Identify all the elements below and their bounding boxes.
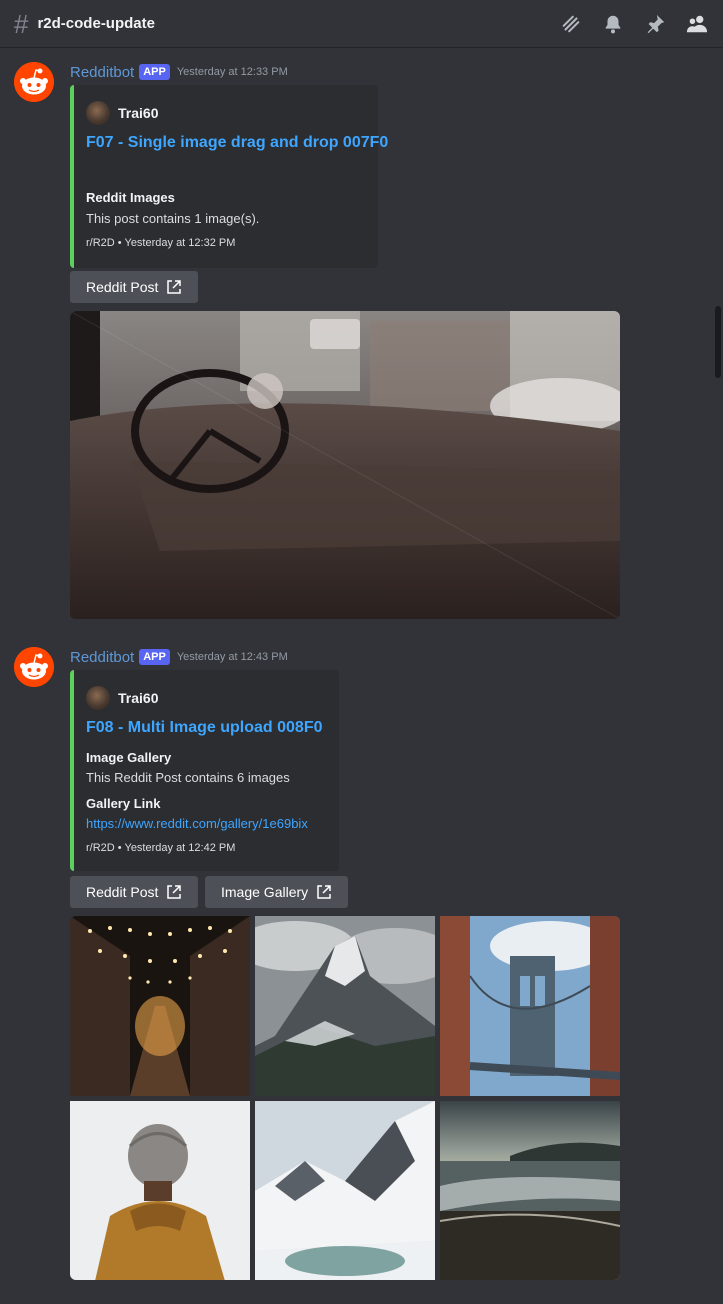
sea-beach-image xyxy=(440,1101,620,1280)
embed-author: Trai60 xyxy=(86,686,158,710)
image-gallery-button[interactable]: Image Gallery xyxy=(205,876,349,908)
embed-author-avatar xyxy=(86,686,110,710)
person-beanie-image xyxy=(70,1101,250,1280)
button-label: Reddit Post xyxy=(86,279,159,295)
members-icon[interactable] xyxy=(685,12,709,36)
external-link-icon xyxy=(166,279,182,295)
gallery-image[interactable] xyxy=(70,1101,250,1280)
embed-author-name: Trai60 xyxy=(118,105,159,121)
embed-title-link[interactable]: F07 - Single image drag and drop 007F0 xyxy=(86,134,388,152)
gallery-link[interactable]: https://www.reddit.com/gallery/1e69bix xyxy=(86,816,308,831)
author-name[interactable]: Redditbot xyxy=(70,649,134,666)
reddit-snoo-icon xyxy=(14,647,54,687)
button-label: Reddit Post xyxy=(86,884,159,900)
author-name[interactable]: Redditbot xyxy=(70,64,134,81)
external-link-icon xyxy=(316,884,332,900)
mountain-peak-image xyxy=(255,916,435,1096)
embed-author: Trai60 xyxy=(86,101,158,125)
gallery-image[interactable] xyxy=(440,916,620,1096)
gallery-image[interactable] xyxy=(255,1101,435,1280)
avatar[interactable] xyxy=(14,647,54,687)
embed-author-name: Trai60 xyxy=(118,690,159,706)
embed-title-link[interactable]: F08 - Multi Image upload 008F0 xyxy=(86,719,323,737)
car-interior-image xyxy=(70,311,620,619)
pin-icon[interactable] xyxy=(643,12,667,36)
bell-icon[interactable] xyxy=(601,12,625,36)
external-link-icon xyxy=(166,884,182,900)
post-image[interactable] xyxy=(70,311,620,619)
embed-field-value: This Reddit Post contains 6 images xyxy=(86,770,290,785)
embed-field-name: Reddit Images xyxy=(86,190,175,205)
timestamp: Yesterday at 12:33 PM xyxy=(176,66,288,78)
street-lights-image xyxy=(70,916,250,1096)
embed-field-value: This post contains 1 image(s). xyxy=(86,211,260,226)
reddit-post-button[interactable]: Reddit Post xyxy=(70,876,199,908)
reddit-embed: Trai60 F07 - Single image drag and drop … xyxy=(70,85,388,268)
gallery-image[interactable] xyxy=(440,1101,620,1280)
reddit-snoo-icon xyxy=(14,62,54,102)
image-gallery-grid xyxy=(70,916,620,1280)
message-header: Redditbot APP Yesterday at 12:33 PM xyxy=(70,62,288,82)
header-toolbar xyxy=(559,0,709,48)
gallery-image[interactable] xyxy=(70,916,250,1096)
embed-footer: r/R2D • Yesterday at 12:42 PM xyxy=(86,842,236,854)
app-badge: APP xyxy=(139,649,170,665)
button-label: Image Gallery xyxy=(221,884,309,900)
message-header: Redditbot APP Yesterday at 12:43 PM xyxy=(70,647,288,667)
avatar[interactable] xyxy=(14,62,54,102)
embed-author-avatar xyxy=(86,101,110,125)
app-badge: APP xyxy=(139,64,170,80)
embed-field-name: Image Gallery xyxy=(86,750,172,765)
reddit-embed: Trai60 F08 - Multi Image upload 008F0 Im… xyxy=(70,670,339,871)
snowy-mountains-image xyxy=(255,1101,435,1280)
channel-hash-icon: # xyxy=(14,8,29,39)
channel-header: # r2d-code-update xyxy=(0,0,723,48)
gallery-image[interactable] xyxy=(255,916,435,1096)
channel-name: r2d-code-update xyxy=(37,15,155,32)
timestamp: Yesterday at 12:43 PM xyxy=(176,651,288,663)
reddit-post-button[interactable]: Reddit Post xyxy=(70,271,199,303)
scrollbar-thumb[interactable] xyxy=(715,306,721,378)
threads-icon[interactable] xyxy=(559,12,583,36)
bridge-image xyxy=(440,916,620,1096)
embed-field-name: Gallery Link xyxy=(86,796,161,811)
embed-footer: r/R2D • Yesterday at 12:32 PM xyxy=(86,237,236,249)
